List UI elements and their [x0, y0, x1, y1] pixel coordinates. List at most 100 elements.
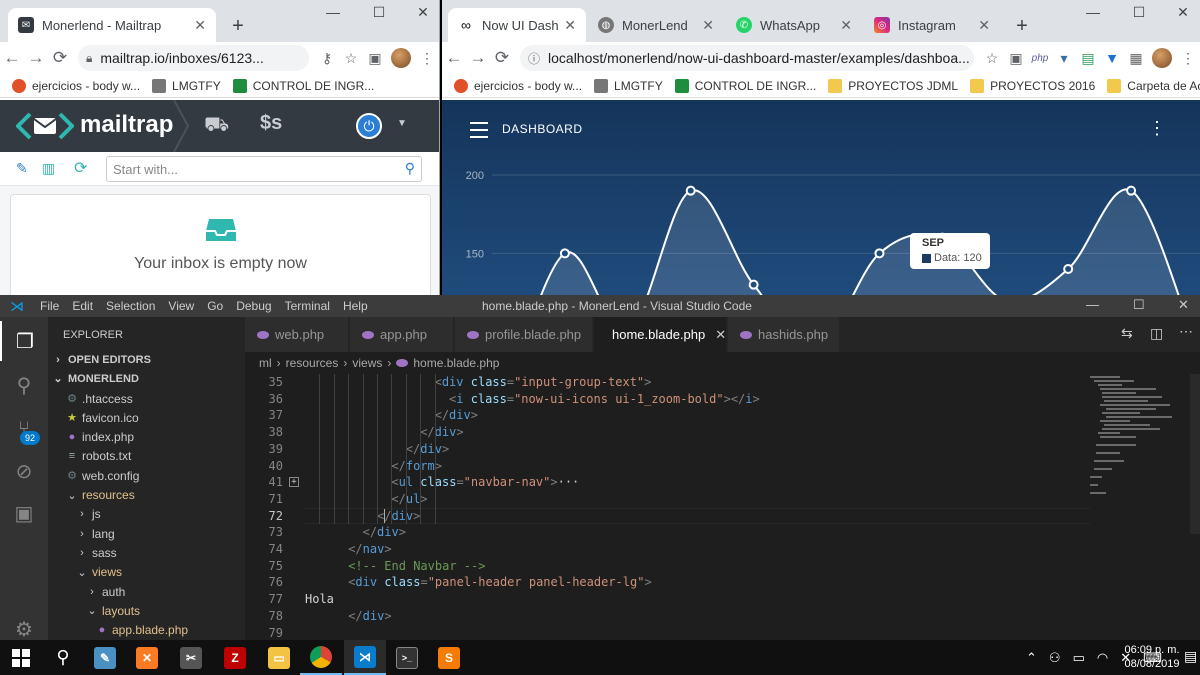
bookmark-item[interactable]: PROYECTOS 2016: [970, 78, 1095, 93]
power-icon[interactable]: ⏻: [356, 113, 382, 139]
close-window-icon[interactable]: ✕: [1178, 297, 1189, 313]
tree-item[interactable]: ● index.php: [48, 428, 245, 447]
tree-item[interactable]: ⚙ web.config: [48, 466, 245, 485]
tree-item[interactable]: ⌄ resources: [48, 486, 245, 505]
minimize-icon[interactable]: —: [318, 4, 348, 20]
minimize-icon[interactable]: —: [1086, 297, 1099, 312]
tab-mailtrap[interactable]: ✉ Monerlend - Mailtrap ✕: [8, 8, 216, 42]
tab-app-php[interactable]: app.php: [350, 317, 454, 352]
key-icon[interactable]: ⚷: [315, 50, 339, 67]
mailtrap-logo-icon[interactable]: [16, 112, 74, 140]
new-tab-button[interactable]: +: [226, 14, 250, 38]
address-bar[interactable]: ⓘ localhost/monerlend/now-ui-dashboard-m…: [520, 45, 974, 71]
tab-profile-blade[interactable]: profile.blade.php: [455, 317, 593, 352]
open-editors-section[interactable]: › OPEN EDITORS: [48, 350, 245, 369]
tab-home-blade[interactable]: home.blade.php ✕: [594, 317, 727, 352]
menu-terminal[interactable]: Terminal: [285, 299, 330, 313]
inboxes-users-icon[interactable]: ⛟: [204, 114, 229, 139]
tree-item[interactable]: › sass: [48, 543, 245, 562]
search-icon[interactable]: ⚲: [405, 160, 415, 177]
scrollbar[interactable]: [1190, 374, 1200, 534]
bookmark-item[interactable]: PROYECTOS JDML: [828, 78, 958, 93]
people-icon[interactable]: ⚇: [1049, 650, 1061, 666]
tree-item[interactable]: ● app.blade.php: [48, 621, 245, 640]
close-tab-icon[interactable]: ✕: [194, 17, 206, 34]
tab-now-ui-dashboard[interactable]: ∞ Now UI Dashboar ✕: [448, 8, 586, 42]
menu-go[interactable]: Go: [207, 299, 223, 313]
breadcrumb-item[interactable]: resources: [286, 356, 339, 370]
back-icon[interactable]: ←: [442, 48, 466, 68]
reload-icon[interactable]: ⟳: [48, 48, 72, 68]
bookmark-item[interactable]: LMGTFY: [152, 78, 221, 93]
close-tab-icon[interactable]: ✕: [564, 17, 576, 34]
extension-icon[interactable]: ▾: [1052, 50, 1076, 67]
tree-item[interactable]: › lang: [48, 524, 245, 543]
menu-debug[interactable]: Debug: [236, 299, 271, 313]
tab-monerlend[interactable]: ◍ MonerLend ✕: [588, 8, 724, 42]
close-tab-icon[interactable]: ✕: [840, 17, 852, 34]
menu-kebab-icon[interactable]: ⋮: [415, 50, 439, 67]
search-input[interactable]: Start with... ⚲: [106, 156, 422, 182]
chrome-icon[interactable]: [300, 640, 342, 675]
extension-icon[interactable]: ▼: [1100, 50, 1124, 66]
sublime-text-icon[interactable]: S: [428, 640, 470, 675]
breadcrumb-item[interactable]: ml: [259, 356, 272, 370]
data-point[interactable]: [559, 248, 570, 259]
bookmark-item[interactable]: CONTROL DE INGR...: [674, 78, 816, 93]
tab-instagram[interactable]: ◎ Instagram ✕: [864, 8, 1000, 42]
tree-item[interactable]: ≡ robots.txt: [48, 447, 245, 466]
data-point[interactable]: [1126, 185, 1137, 196]
tab-web-php[interactable]: web.php: [245, 317, 349, 352]
maximize-icon[interactable]: ☐: [364, 4, 394, 21]
bookmark-item[interactable]: LMGTFY: [594, 78, 663, 93]
tree-item[interactable]: › js: [48, 505, 245, 524]
maximize-icon[interactable]: ☐: [1133, 297, 1145, 313]
windows-start-icon[interactable]: [0, 640, 42, 675]
menu-help[interactable]: Help: [343, 299, 368, 313]
xampp-icon[interactable]: ✕: [126, 640, 168, 675]
tree-item[interactable]: ⚙ .htaccess: [48, 389, 245, 408]
split-editor-icon[interactable]: ◫: [1150, 325, 1163, 342]
close-tab-icon[interactable]: ✕: [702, 17, 714, 34]
explorer-files-icon[interactable]: ❐: [0, 321, 48, 361]
maximize-icon[interactable]: ☐: [1124, 4, 1154, 21]
php-extension-icon[interactable]: php: [1028, 53, 1052, 64]
data-point[interactable]: [1063, 264, 1074, 274]
camera-icon[interactable]: ▣: [1004, 50, 1028, 67]
filezilla-icon[interactable]: Z: [214, 640, 256, 675]
project-section[interactable]: ⌄ MONERLEND: [48, 369, 245, 388]
terminal-icon[interactable]: >_: [386, 640, 428, 675]
menu-file[interactable]: File: [40, 299, 59, 313]
notifications-icon[interactable]: ▤: [1184, 648, 1197, 665]
debug-icon[interactable]: ⊘: [0, 451, 48, 491]
extension-icon[interactable]: ▤: [1076, 50, 1100, 67]
bookmark-item[interactable]: Carpeta de Accesos: [1107, 78, 1200, 93]
refresh-icon[interactable]: ⟳: [74, 158, 87, 178]
tree-item[interactable]: › auth: [48, 582, 245, 601]
forward-icon[interactable]: →: [466, 48, 490, 68]
file-explorer-icon[interactable]: ▭: [258, 640, 300, 675]
close-tab-icon[interactable]: ✕: [715, 327, 726, 343]
clock[interactable]: 06:09 p. m. 08/08/2019: [1124, 643, 1180, 671]
minimap[interactable]: [1090, 374, 1186, 504]
search-icon[interactable]: ⚲: [0, 365, 48, 405]
open-changes-icon[interactable]: ⇆: [1121, 325, 1133, 342]
profile-avatar[interactable]: [1152, 48, 1172, 68]
bookmark-star-icon[interactable]: ☆: [339, 50, 363, 67]
camera-icon[interactable]: ▣: [363, 50, 387, 67]
close-tab-icon[interactable]: ✕: [978, 17, 990, 34]
data-point[interactable]: [685, 185, 696, 196]
bookmark-item[interactable]: ejercicios - body w...: [12, 78, 140, 93]
address-bar[interactable]: 🔒︎ mailtrap.io/inboxes/6123...: [78, 45, 309, 71]
close-window-icon[interactable]: ✕: [408, 4, 438, 21]
extension-icon[interactable]: ▦: [1124, 50, 1148, 67]
extensions-icon[interactable]: ▣: [0, 493, 48, 533]
network-icon[interactable]: ◠: [1097, 650, 1108, 666]
forward-icon[interactable]: →: [24, 48, 48, 68]
tree-item[interactable]: ⌄ layouts: [48, 601, 245, 620]
profile-avatar[interactable]: [391, 48, 411, 68]
data-point[interactable]: [748, 279, 759, 290]
minimize-icon[interactable]: —: [1078, 4, 1108, 20]
tab-hashids-php[interactable]: hashids.php: [728, 317, 840, 352]
reload-icon[interactable]: ⟳: [490, 48, 514, 68]
